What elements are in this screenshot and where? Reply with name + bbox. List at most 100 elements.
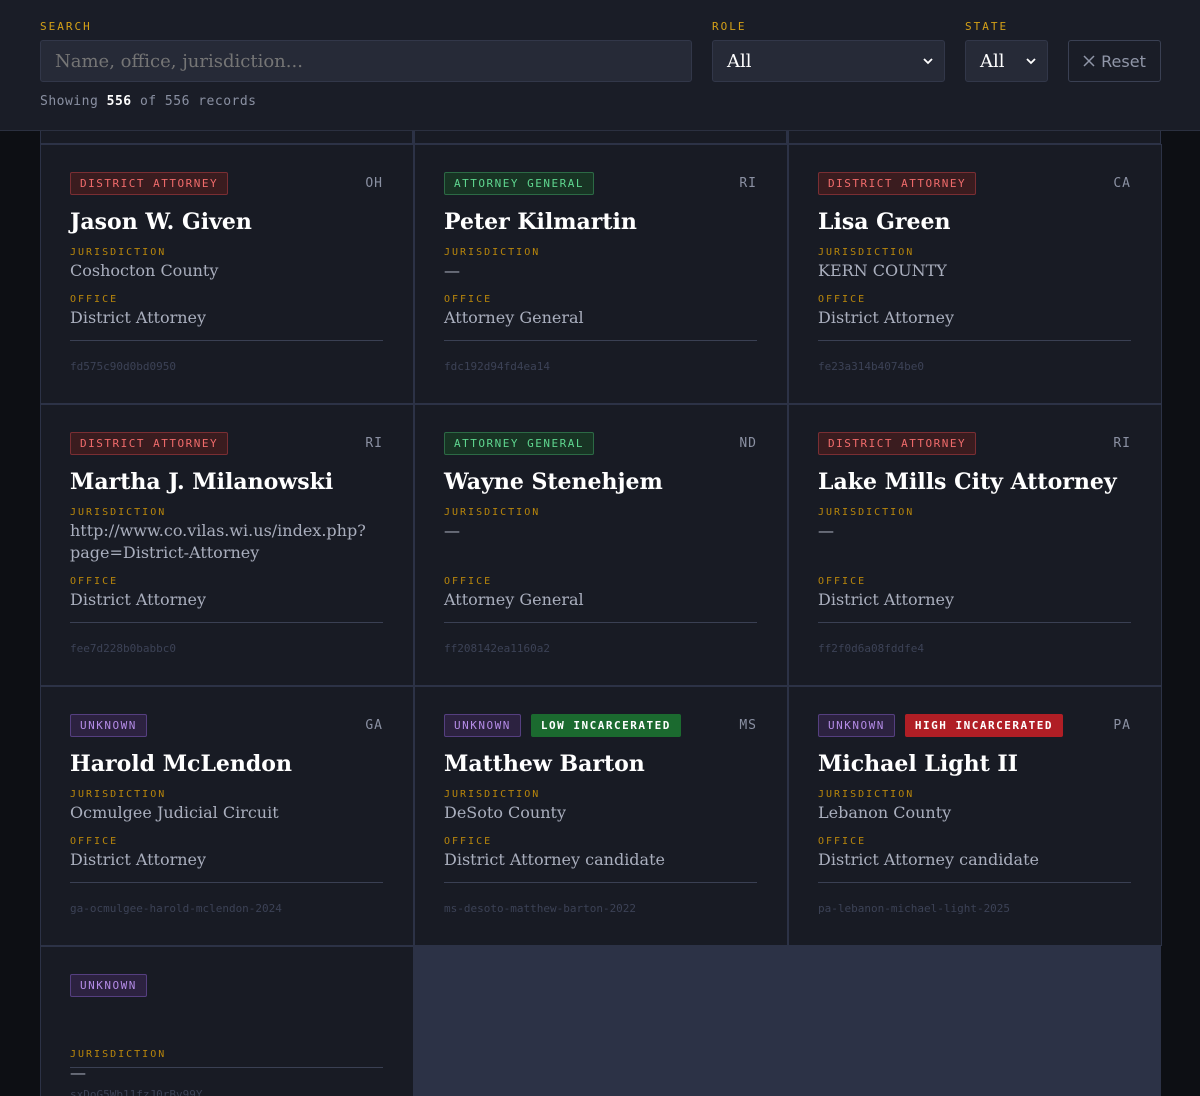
office-value: Attorney General [444,308,584,327]
office-value: District Attorney [818,308,955,327]
card-divider [70,1067,383,1068]
state-select[interactable]: All [965,40,1048,82]
record-card[interactable]: UNKNOWN LOW INCARCERATED MS Matthew Barton J… [414,686,788,946]
card-divider [818,882,1131,883]
record-id: ms-desoto-matthew-barton-2022 [444,902,637,915]
office-label: OFFICE [818,836,867,847]
state-code: RI [365,436,383,451]
office-value: District Attorney [70,308,207,327]
office-label: OFFICE [70,836,119,847]
role-badge: DISTRICT ATTORNEY [818,172,977,195]
role-badge: UNKNOWN [70,974,147,997]
card-divider [70,622,383,623]
record-id: ff208142ea1160a2 [444,642,550,655]
count-prefix: Showing [40,94,99,109]
reset-button[interactable]: Reset [1068,40,1161,82]
card-partial [40,131,413,144]
card-partial [788,131,1161,144]
record-card[interactable]: ATTORNEY GENERAL RI Peter Kilmartin JURISDI… [414,144,788,404]
record-card[interactable]: UNKNOWN JURISDICTION — sxDoG5Wb11fzJ0rBv99Y [40,946,414,1096]
card-divider [444,340,757,341]
person-name: Harold McLendon [70,751,292,777]
person-name: Jason W. Given [70,209,252,235]
jurisdiction-label: JURISDICTION [444,507,541,518]
office-value: District Attorney candidate [818,850,1039,869]
state-code: OH [365,176,383,191]
jurisdiction-label: JURISDICTION [70,1049,167,1060]
badge-group: UNKNOWN [70,974,147,997]
person-name: Peter Kilmartin [444,209,637,235]
jurisdiction-value: — [444,521,460,540]
results-grid: DISTRICT ATTORNEY OH Jason W. Given JURISDI… [40,131,1162,1096]
badge-group: DISTRICT ATTORNEY [70,172,229,195]
role-badge: HIGH INCARCERATED [904,714,1063,737]
office-label: OFFICE [818,294,867,305]
record-card[interactable]: DISTRICT ATTORNEY OH Jason W. Given JURISDI… [40,144,414,404]
role-badge: DISTRICT ATTORNEY [818,432,977,455]
role-label: ROLE [712,20,747,33]
person-name: Lisa Green [818,209,951,235]
role-badge: LOW INCARCERATED [530,714,681,737]
badge-group: UNKNOWN HIGH INCARCERATED [818,714,1063,737]
record-id: fe23a314b4074be0 [818,360,924,373]
role-select-value: All [727,51,752,72]
record-id: pa-lebanon-michael-light-2025 [818,902,1011,915]
office-value: District Attorney [818,590,955,609]
jurisdiction-value: — [70,1063,86,1082]
filter-bar: SEARCH ROLE All STATE All Reset Showing … [0,0,1200,131]
record-card[interactable]: DISTRICT ATTORNEY CA Lisa Green JURISDICTIO… [788,144,1162,404]
badge-group: ATTORNEY GENERAL [444,172,594,195]
badge-group: DISTRICT ATTORNEY [818,172,977,195]
record-card[interactable]: DISTRICT ATTORNEY RI Lake Mills City Attor… [788,404,1162,686]
jurisdiction-value: http://www.co.vilas.wi.us/index.php?page… [70,521,366,562]
person-name: Matthew Barton [444,751,645,777]
jurisdiction-value: Ocmulgee Judicial Circuit [70,803,279,822]
jurisdiction-label: JURISDICTION [818,507,915,518]
search-input[interactable] [40,40,692,82]
role-badge: DISTRICT ATTORNEY [70,432,229,455]
state-code: MS [739,718,757,733]
record-id: ga-ocmulgee-harold-mclendon-2024 [70,902,282,915]
jurisdiction-value: Lebanon County [818,803,952,822]
badge-group: ATTORNEY GENERAL [444,432,594,455]
jurisdiction-label: JURISDICTION [818,789,915,800]
card-divider [70,882,383,883]
office-label: OFFICE [444,294,493,305]
count-total: of 556 records [139,94,257,109]
jurisdiction-value: Coshocton County [70,261,219,280]
role-badge: DISTRICT ATTORNEY [70,172,229,195]
office-value: District Attorney candidate [444,850,665,869]
office-label: OFFICE [70,576,119,587]
card-partial [414,131,787,144]
jurisdiction-label: JURISDICTION [444,247,541,258]
state-code: PA [1113,718,1131,733]
record-card[interactable]: ATTORNEY GENERAL ND Wayne Stenehjem JURISDI… [414,404,788,686]
role-badge: UNKNOWN [818,714,895,737]
record-card[interactable]: UNKNOWN HIGH INCARCERATED PA Michael Light … [788,686,1162,946]
jurisdiction-label: JURISDICTION [444,789,541,800]
office-label: OFFICE [444,836,493,847]
jurisdiction-value: KERN COUNTY [818,261,947,280]
card-divider [70,340,383,341]
office-label: OFFICE [70,294,119,305]
card-divider [444,882,757,883]
role-badge: ATTORNEY GENERAL [444,432,594,455]
office-label: OFFICE [818,576,867,587]
count-shown: 556 [106,94,132,109]
record-count: Showing 556 of 556 records [40,94,257,109]
jurisdiction-value: — [444,261,460,280]
reset-label: Reset [1101,51,1146,71]
jurisdiction-label: JURISDICTION [70,789,167,800]
role-select[interactable]: All [712,40,945,82]
close-icon [1083,55,1095,67]
state-code: RI [1113,436,1131,451]
record-card[interactable]: UNKNOWN GA Harold McLendon JURISDICTION Ocmu… [40,686,414,946]
office-label: OFFICE [444,576,493,587]
state-label: STATE [965,20,1009,33]
person-name: Wayne Stenehjem [444,469,663,495]
state-select-value: All [980,51,1005,72]
state-code: ND [739,436,757,451]
state-code: RI [739,176,757,191]
record-card[interactable]: DISTRICT ATTORNEY RI Martha J. Milanowski J… [40,404,414,686]
record-id: fdc192d94fd4ea14 [444,360,550,373]
